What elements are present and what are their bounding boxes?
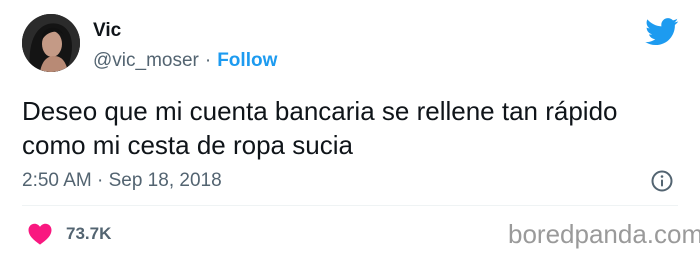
like-count: 73.7K: [66, 224, 112, 243]
handle-separator: ·: [204, 50, 212, 71]
tweet-timestamp[interactable]: 2:50 AM · Sep 18, 2018: [22, 170, 222, 192]
author-handle[interactable]: @vic_moser: [93, 50, 199, 71]
divider: [22, 205, 678, 206]
tweet-card: Vic @vic_moser · Follow Deseo que mi cuent…: [0, 0, 700, 257]
author-line: @vic_moser · Follow: [93, 50, 277, 72]
heart-icon[interactable]: [28, 223, 52, 245]
info-icon[interactable]: [650, 169, 674, 193]
author-name[interactable]: Vic: [93, 20, 121, 42]
tweet-text: Deseo que mi cuenta bancaria se rellene …: [22, 94, 662, 162]
follow-button[interactable]: Follow: [217, 50, 277, 71]
like-button[interactable]: 73.7K: [28, 222, 111, 246]
source-watermark: boredpanda.com: [508, 219, 700, 249]
twitter-bird-icon[interactable]: [645, 18, 679, 46]
avatar[interactable]: [22, 14, 80, 72]
tweet-text-line: Deseo que mi cuenta bancaria se rellene …: [22, 96, 618, 126]
tweet-text-line: como mi cesta de ropa sucia: [22, 130, 353, 160]
avatar-photo: [22, 14, 80, 72]
